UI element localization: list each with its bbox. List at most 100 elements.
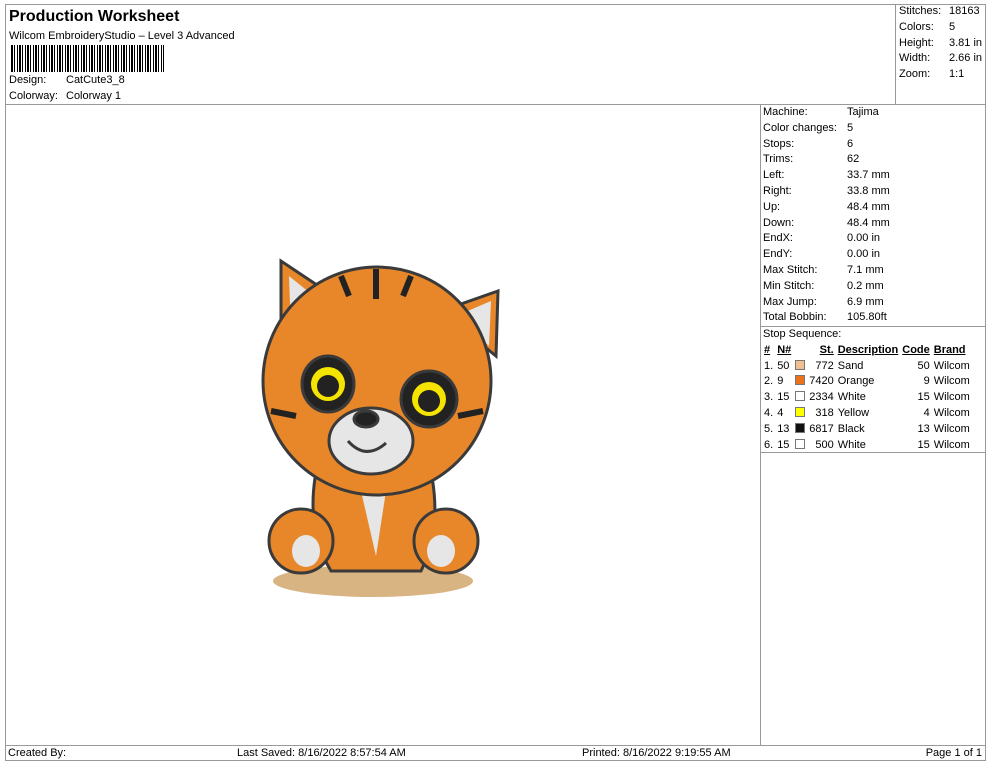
- machine-info-row: Stops: 6: [763, 137, 853, 150]
- info-value: 62: [847, 153, 860, 166]
- info-value: 0.00 in: [847, 248, 881, 261]
- stop-row: 4. 4 318 Yellow 4 Wilcom: [762, 405, 972, 421]
- info-value: 33.7 mm: [847, 169, 890, 182]
- thread-description: Orange: [837, 375, 875, 388]
- info-label: EndY:: [763, 248, 793, 261]
- thread-description: Yellow: [837, 407, 870, 420]
- stat-value: 18163: [949, 5, 980, 17]
- col-brand: Brand: [933, 343, 966, 356]
- info-value: Tajima: [847, 106, 879, 118]
- info-value: 0.00 in: [847, 232, 881, 245]
- stop-sequence-title: Stop Sequence:: [763, 328, 842, 340]
- color-swatch: [795, 407, 806, 418]
- col-stitches: St.: [819, 343, 834, 356]
- stat-row: Width: 2.66 in: [899, 52, 982, 65]
- stat-value: 2.66 in: [949, 52, 983, 65]
- design-preview: [5, 104, 761, 746]
- colorway-row: Colorway: Colorway 1: [9, 90, 121, 102]
- stitch-count: 772: [815, 359, 834, 372]
- design-row: Design: CatCute3_8: [9, 74, 125, 86]
- colorway-label: Colorway:: [9, 90, 58, 102]
- col-code: Code: [902, 343, 930, 356]
- stop-index: 1.: [764, 359, 774, 372]
- machine-info-row: Machine: Tajima: [763, 106, 879, 118]
- machine-info-row: Max Jump: 6.9 mm: [763, 296, 884, 308]
- machine-info-row: EndX: 0.00 in: [763, 232, 880, 244]
- stat-label: Height:: [899, 36, 934, 49]
- needle: 50: [777, 359, 790, 372]
- stat-value: 1:1: [949, 68, 965, 81]
- machine-info-row: Right: 33.8 mm: [763, 185, 890, 197]
- stitch-count: 318: [815, 407, 834, 420]
- info-label: Color changes:: [763, 121, 837, 134]
- needle: 15: [777, 391, 790, 404]
- stop-row: 6. 15 500 White 15 Wilcom: [762, 437, 972, 453]
- info-value: 48.4 mm: [847, 200, 890, 213]
- info-label: Machine:: [763, 106, 808, 118]
- machine-info-row: Max Stitch: 7.1 mm: [763, 264, 884, 276]
- thread-description: Sand: [837, 359, 864, 372]
- design-label: Design:: [9, 74, 47, 86]
- info-label: Left:: [763, 169, 785, 182]
- needle: 13: [777, 422, 790, 435]
- stitch-count: 6817: [809, 422, 834, 435]
- info-value: 5: [847, 121, 854, 134]
- stop-sequence: Stop Sequence: # N# St. Description Code…: [761, 326, 985, 453]
- machine-info-row: Up: 48.4 mm: [763, 201, 890, 213]
- stat-row: Height: 3.81 in: [899, 36, 982, 49]
- stop-row: 5. 13 6817 Black 13 Wilcom: [762, 421, 972, 437]
- worksheet-header: Production Worksheet Wilcom EmbroiderySt…: [5, 4, 986, 105]
- stat-label: Width:: [899, 52, 931, 65]
- info-value: 6: [847, 137, 854, 150]
- needle: 15: [777, 438, 790, 451]
- stat-row: Zoom: 1:1: [899, 68, 964, 80]
- info-value: 0.2 mm: [847, 279, 884, 292]
- col-needle: N#: [777, 343, 792, 356]
- stop-index: 4.: [764, 407, 774, 420]
- machine-info-row: Left: 33.7 mm: [763, 169, 890, 182]
- page-title: Production Worksheet: [9, 8, 180, 25]
- software-name: Wilcom EmbroideryStudio – Level 3 Advanc…: [9, 30, 235, 42]
- machine-info-row: Min Stitch: 0.2 mm: [763, 280, 884, 292]
- thread-brand: Wilcom: [933, 422, 970, 435]
- needle: 4: [777, 407, 784, 420]
- needle: 9: [777, 375, 784, 388]
- stat-row: Colors: 5: [899, 20, 955, 33]
- thread-brand: Wilcom: [933, 359, 970, 372]
- thread-code: 50: [917, 359, 930, 372]
- design-stats: Stitches: 18163 Colors: 5 Height: 3.81 in Widt…: [895, 4, 987, 105]
- stitch-count: 2334: [809, 391, 834, 404]
- stat-row: Stitches: 18163: [899, 5, 980, 17]
- thread-code: 9: [923, 375, 930, 388]
- info-value: 33.8 mm: [847, 185, 890, 197]
- stat-label: Stitches:: [899, 5, 942, 17]
- col-index: #: [764, 343, 771, 356]
- thread-code: 15: [917, 391, 930, 404]
- thread-description: Black: [837, 422, 865, 435]
- footer: Created By: Last Saved: 8/16/2022 8:57:5…: [5, 745, 986, 761]
- color-swatch: [795, 359, 806, 370]
- thread-description: White: [837, 391, 866, 404]
- stop-sequence-table: # N# St. Description Code Brand 1. 50 772 S…: [762, 342, 972, 453]
- color-swatch: [795, 438, 806, 449]
- info-label: Down:: [763, 216, 795, 229]
- stop-index: 5.: [764, 422, 774, 435]
- info-value: 48.4 mm: [847, 216, 890, 229]
- machine-info-row: Color changes: 5: [763, 121, 853, 134]
- thread-brand: Wilcom: [933, 391, 970, 404]
- info-label: Stops:: [763, 137, 795, 150]
- stop-index: 3.: [764, 391, 774, 404]
- info-value: 6.9 mm: [847, 295, 884, 308]
- color-swatch: [795, 422, 806, 433]
- thread-description: White: [837, 438, 866, 451]
- stop-index: 2.: [764, 375, 774, 388]
- machine-info-row: Down: 48.4 mm: [763, 216, 890, 229]
- design-value: CatCute3_8: [66, 74, 125, 86]
- page-number: Page 1 of 1: [925, 747, 982, 759]
- machine-info-row: Trims: 62: [763, 153, 859, 165]
- thread-brand: Wilcom: [933, 438, 970, 451]
- stat-label: Colors:: [899, 20, 934, 33]
- barcode: [11, 45, 164, 72]
- last-saved: Last Saved: 8/16/2022 8:57:54 AM: [237, 747, 406, 759]
- thread-code: 4: [923, 407, 930, 420]
